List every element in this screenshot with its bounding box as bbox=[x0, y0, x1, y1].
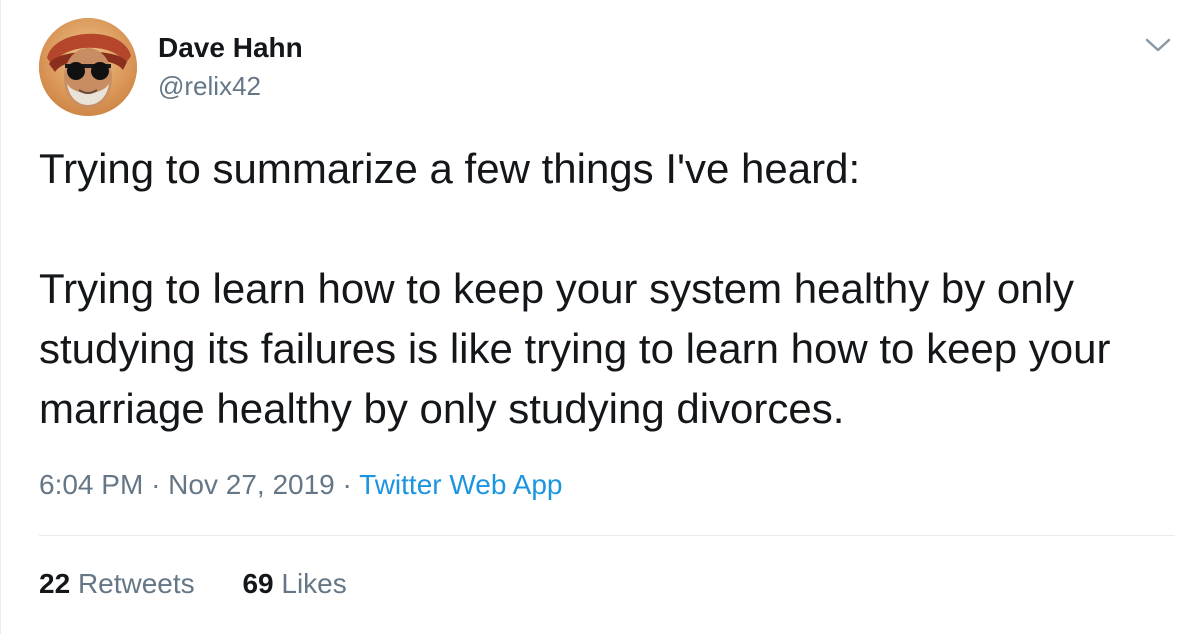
likes-label: Likes bbox=[281, 568, 347, 599]
tweet-text: Trying to summarize a few things I've he… bbox=[39, 139, 1189, 439]
likes-stat[interactable]: 69 Likes bbox=[242, 566, 346, 602]
more-options-button[interactable] bbox=[1141, 30, 1175, 60]
avatar-photo-icon bbox=[39, 18, 137, 116]
chevron-down-icon bbox=[1145, 38, 1171, 52]
likes-count: 69 bbox=[242, 568, 274, 599]
retweets-label: Retweets bbox=[77, 568, 195, 599]
tweet-paragraph: Trying to summarize a few things I've he… bbox=[39, 145, 861, 192]
tweet-source-link[interactable]: Twitter Web App bbox=[359, 469, 562, 500]
divider bbox=[39, 535, 1175, 536]
tweet-date[interactable]: Nov 27, 2019 bbox=[168, 469, 335, 500]
meta-separator: · bbox=[342, 469, 352, 500]
tweet-stats: 22 Retweets 69 Likes bbox=[39, 566, 347, 602]
user-handle[interactable]: @relix42 bbox=[158, 70, 261, 102]
tweet-card: Dave Hahn @relix42 Trying to summarize a… bbox=[0, 0, 1202, 634]
user-display-name[interactable]: Dave Hahn bbox=[158, 31, 303, 65]
retweets-stat[interactable]: 22 Retweets bbox=[39, 566, 195, 602]
tweet-metadata: 6:04 PM · Nov 27, 2019 · Twitter Web App bbox=[39, 467, 563, 503]
retweets-count: 22 bbox=[39, 568, 71, 599]
tweet-time[interactable]: 6:04 PM bbox=[39, 469, 143, 500]
tweet-paragraph: Trying to learn how to keep your system … bbox=[39, 265, 1111, 432]
user-avatar[interactable] bbox=[39, 18, 137, 116]
meta-separator: · bbox=[151, 469, 161, 500]
